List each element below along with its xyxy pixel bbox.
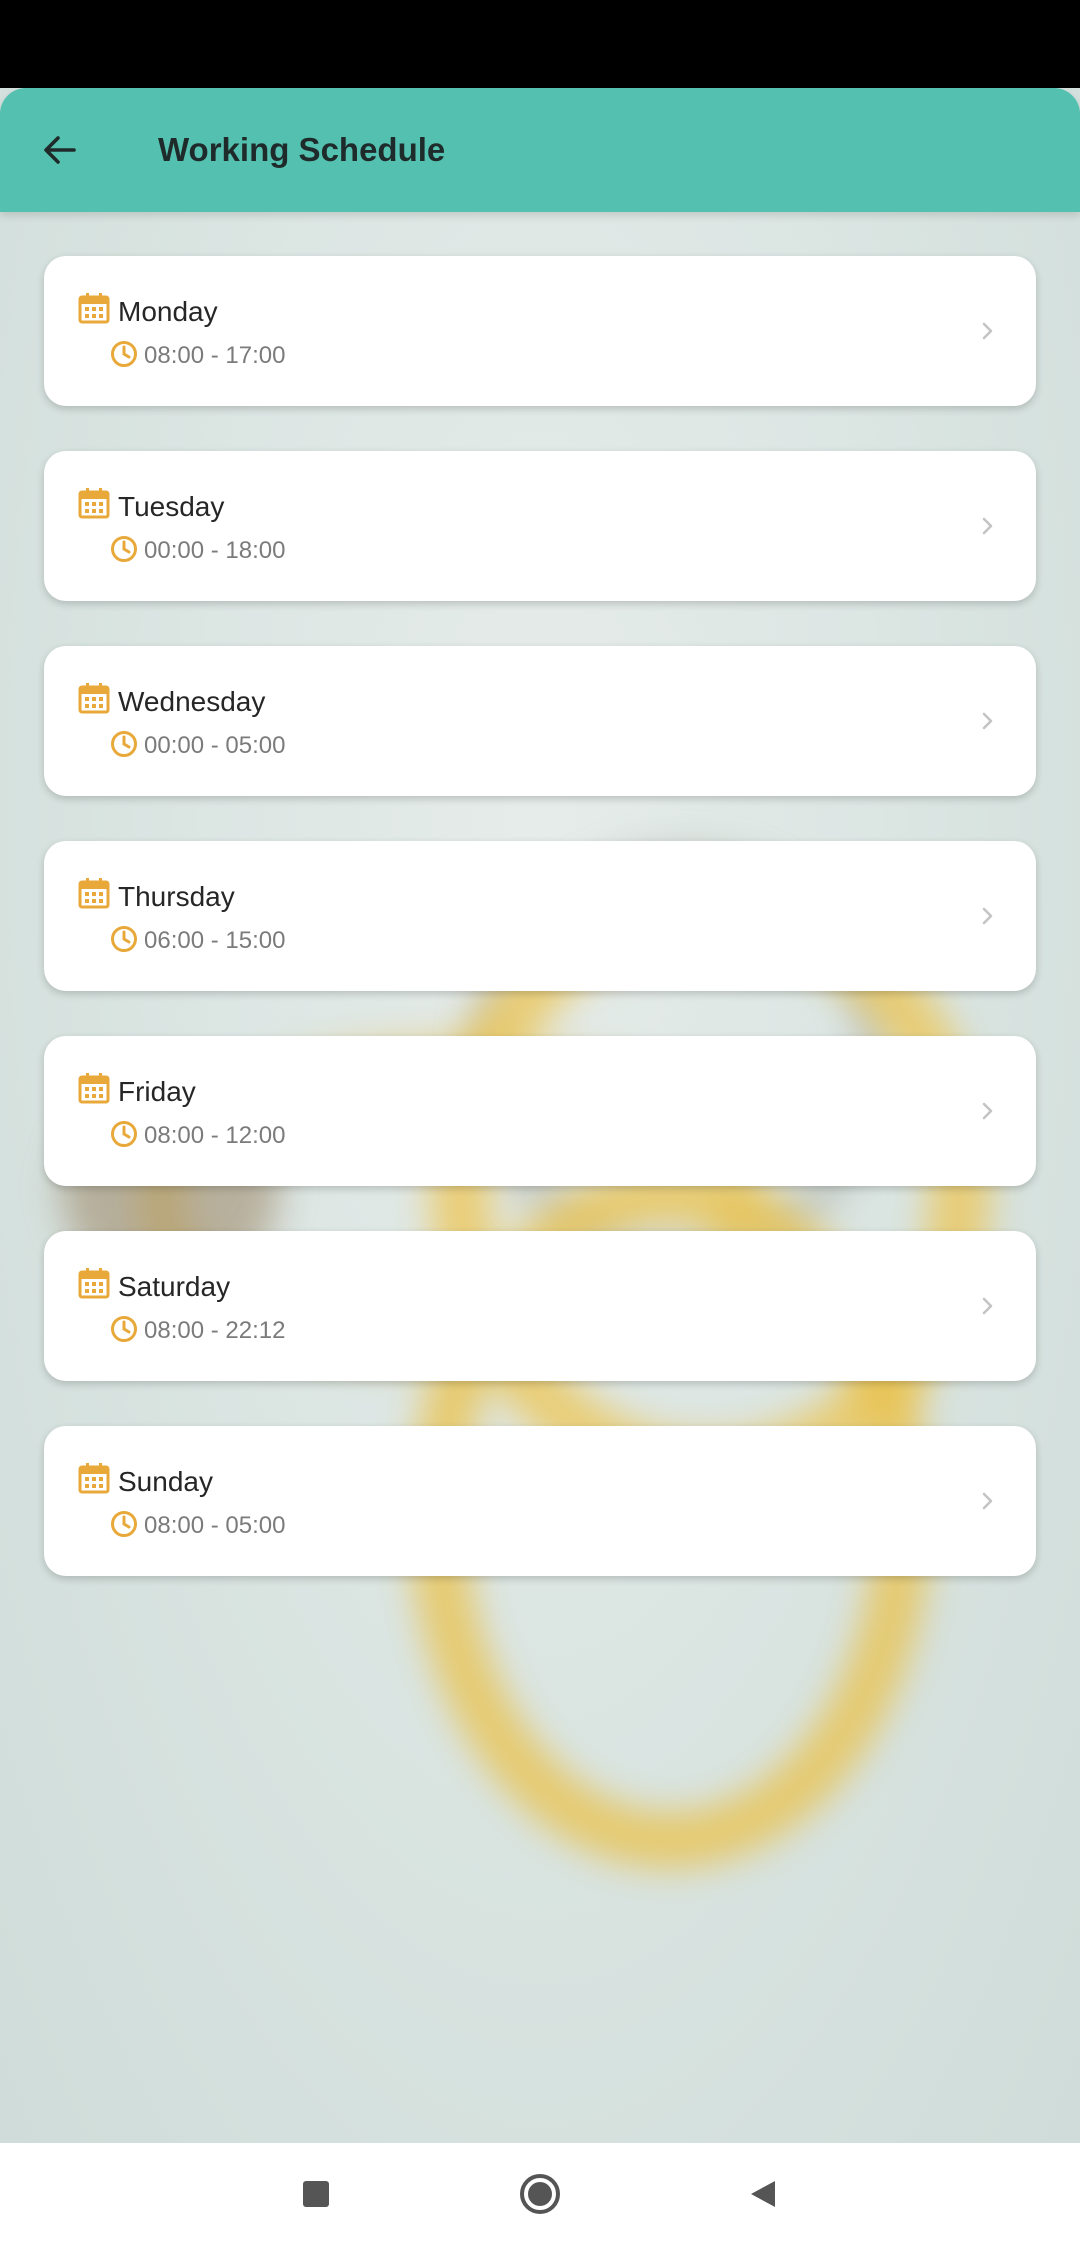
home-icon — [520, 2174, 560, 2214]
schedule-day-card[interactable]: Friday 08:00 - 12:00 — [44, 1036, 1036, 1186]
schedule-list: Monday 08:00 - 17:00 Tuesday 00:00 - 18:… — [44, 256, 1036, 1621]
chevron-right-icon — [982, 1297, 993, 1315]
clock-icon — [111, 1511, 137, 1537]
day-name: Wednesday — [118, 686, 266, 717]
chevron-right-icon — [982, 1492, 993, 1510]
calendar-icon — [78, 293, 110, 324]
chevron-right-icon — [982, 322, 993, 340]
system-back-button[interactable] — [738, 2169, 788, 2219]
calendar-icon — [78, 878, 110, 909]
chevron-right-icon — [982, 1102, 993, 1120]
clock-icon — [111, 1121, 137, 1147]
time-range: 08:00 - 05:00 — [144, 1512, 286, 1539]
home-button[interactable] — [515, 2169, 565, 2219]
time-range: 08:00 - 22:12 — [144, 1317, 286, 1344]
schedule-day-card[interactable]: Wednesday 00:00 - 05:00 — [44, 646, 1036, 796]
day-name: Monday — [118, 296, 218, 327]
system-nav-bar — [0, 2143, 1080, 2246]
chevron-right-icon — [982, 517, 993, 535]
clock-icon — [111, 731, 137, 757]
time-range: 06:00 - 15:00 — [144, 927, 286, 954]
status-bar — [0, 0, 1080, 90]
schedule-day-card[interactable]: Saturday 08:00 - 22:12 — [44, 1231, 1036, 1381]
day-name: Tuesday — [118, 491, 225, 522]
time-range: 08:00 - 12:00 — [144, 1122, 286, 1149]
back-button[interactable] — [30, 120, 90, 180]
clock-icon — [111, 1316, 137, 1342]
calendar-icon — [78, 1073, 110, 1104]
arrow-left-icon — [44, 136, 76, 164]
schedule-day-card[interactable]: Thursday 06:00 - 15:00 — [44, 841, 1036, 991]
schedule-day-card[interactable]: Sunday 08:00 - 05:00 — [44, 1426, 1036, 1576]
time-range: 00:00 - 05:00 — [144, 732, 286, 759]
recent-apps-button[interactable] — [291, 2169, 341, 2219]
time-range: 00:00 - 18:00 — [144, 537, 286, 564]
day-name: Sunday — [118, 1466, 213, 1497]
chevron-right-icon — [982, 907, 993, 925]
day-name: Thursday — [118, 881, 235, 912]
day-name: Saturday — [118, 1271, 231, 1302]
recent-apps-icon — [303, 2181, 329, 2207]
schedule-day-card[interactable]: Tuesday 00:00 - 18:00 — [44, 451, 1036, 601]
back-icon — [751, 2181, 775, 2207]
clock-icon — [111, 536, 137, 562]
chevron-right-icon — [982, 712, 993, 730]
clock-icon — [111, 341, 137, 367]
calendar-icon — [78, 683, 110, 714]
clock-icon — [111, 926, 137, 952]
calendar-icon — [78, 1268, 110, 1299]
day-name: Friday — [118, 1076, 196, 1107]
calendar-icon — [78, 1463, 110, 1494]
page-title: Working Schedule — [158, 131, 446, 168]
schedule-day-card[interactable]: Monday 08:00 - 17:00 — [44, 256, 1036, 406]
calendar-icon — [78, 488, 110, 519]
time-range: 08:00 - 17:00 — [144, 342, 286, 369]
app-bar: Working Schedule — [0, 88, 1080, 212]
